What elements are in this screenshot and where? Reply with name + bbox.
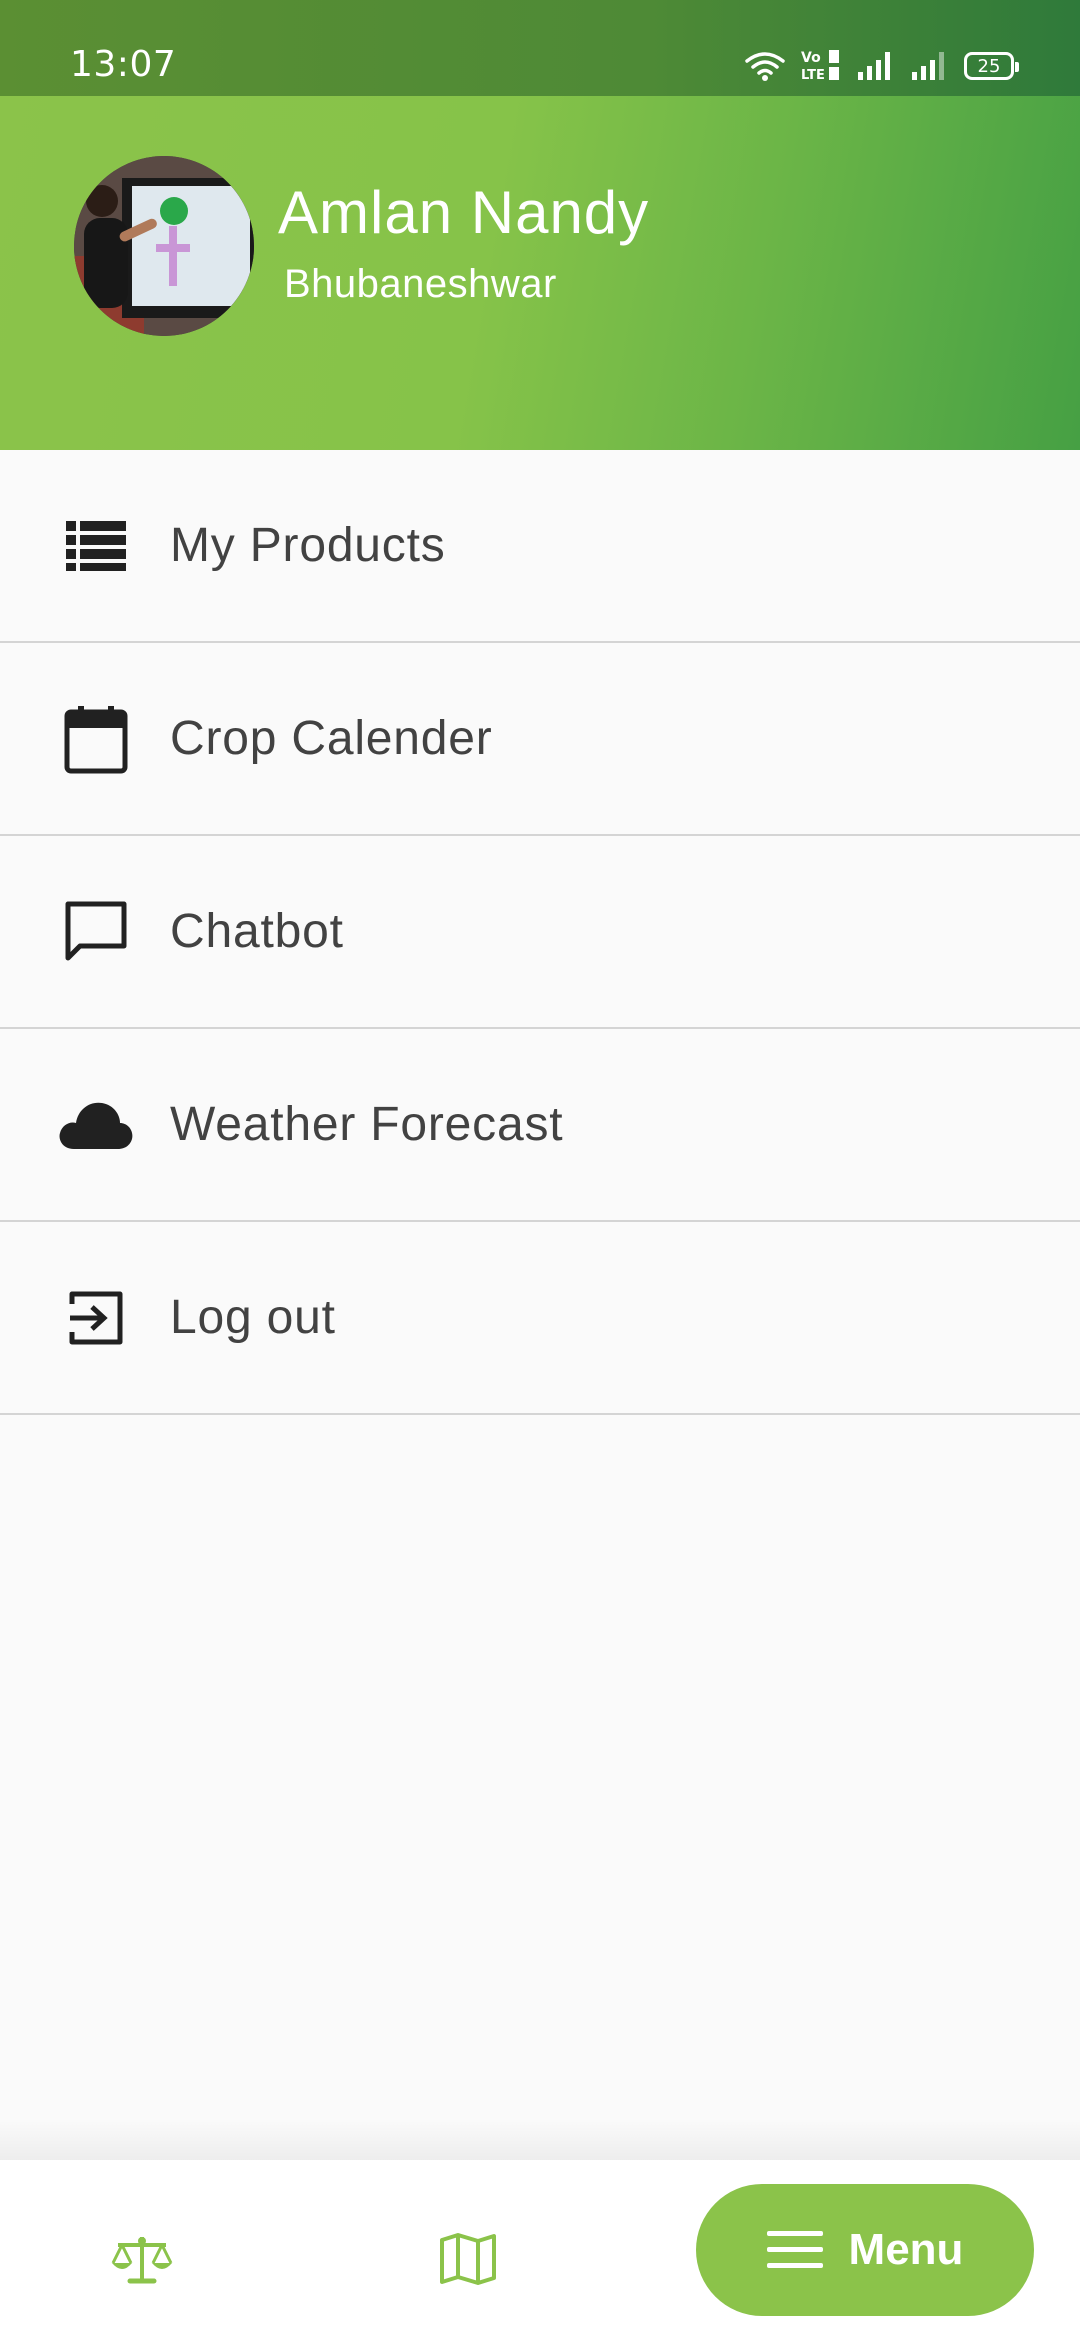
status-bar: 13:07 Vo LTE 25 <box>0 0 1080 96</box>
avatar[interactable] <box>74 156 254 336</box>
drawer-menu: My Products Crop Calender Chatbot Weathe… <box>0 450 1080 1415</box>
nav-map-button[interactable] <box>426 2224 510 2294</box>
menu-item-log-out[interactable]: Log out <box>0 1222 1080 1415</box>
bottom-navigation: Menu <box>0 2160 1080 2340</box>
menu-item-chatbot[interactable]: Chatbot <box>0 836 1080 1029</box>
menu-item-label: Chatbot <box>170 905 344 958</box>
bottom-nav-shadow <box>0 2120 1080 2160</box>
nav-scale-button[interactable] <box>100 2224 184 2294</box>
profile-header: Amlan Nandy Bhubaneshwar <box>0 96 1080 450</box>
svg-text:Vo: Vo <box>801 50 821 66</box>
status-time: 13:07 <box>70 44 177 85</box>
user-name: Amlan Nandy <box>278 179 650 246</box>
menu-item-weather-forecast[interactable]: Weather Forecast <box>0 1029 1080 1222</box>
logout-icon <box>58 1280 134 1356</box>
menu-item-my-products[interactable]: My Products <box>0 450 1080 643</box>
signal-strength-1-icon <box>858 52 890 80</box>
menu-item-label: Weather Forecast <box>170 1098 564 1151</box>
hamburger-icon <box>766 2231 823 2268</box>
signal-strength-2-icon <box>912 52 944 80</box>
status-icons: Vo LTE 25 <box>744 46 1019 86</box>
battery-icon: 25 <box>964 52 1019 80</box>
wifi-icon <box>745 52 785 81</box>
scale-icon <box>111 2237 173 2284</box>
cloud-icon <box>58 1087 134 1163</box>
menu-item-label: My Products <box>170 519 446 572</box>
calendar-icon <box>58 701 134 777</box>
chat-icon <box>58 894 134 970</box>
menu-button[interactable]: Menu <box>696 2184 1034 2316</box>
user-location: Bhubaneshwar <box>284 262 557 306</box>
map-icon <box>440 2233 496 2285</box>
menu-item-crop-calendar[interactable]: Crop Calender <box>0 643 1080 836</box>
menu-item-label: Crop Calender <box>170 712 493 765</box>
menu-button-label: Menu <box>848 2225 964 2274</box>
menu-item-label: Log out <box>170 1291 336 1344</box>
list-icon <box>58 508 134 584</box>
volte-icon: Vo LTE <box>801 50 839 83</box>
svg-text:LTE: LTE <box>801 68 825 83</box>
